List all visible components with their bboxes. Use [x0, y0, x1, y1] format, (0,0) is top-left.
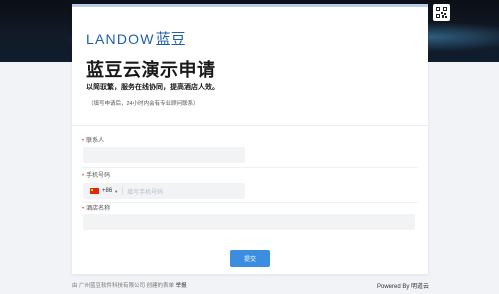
qr-code-button[interactable] [433, 4, 450, 21]
form-note: （填写申请后，24小时内会有专业顾问联系） [88, 101, 199, 107]
required-mark: • [82, 173, 85, 179]
contact-label-text: 联系人 [86, 138, 105, 144]
header-divider [72, 125, 428, 126]
required-mark: • [82, 138, 85, 144]
phone-label: • 手机号码 [82, 170, 110, 179]
logo-cn: 蓝豆 [155, 31, 186, 48]
hotel-name-label-text: 酒店名称 [86, 206, 111, 212]
qr-code-icon [436, 7, 447, 18]
chevron-down-icon[interactable]: ▼ [114, 189, 118, 194]
row-divider [82, 167, 418, 168]
country-code-select[interactable]: +86 [102, 188, 112, 194]
contact-label: • 联系人 [82, 135, 104, 144]
footer-creator-text: 由 广州蓝豆软件科技有限公司 创建的表单 [72, 283, 175, 289]
submit-button[interactable]: 提交 [230, 250, 270, 267]
page-subtitle: 以简驭繁，服务在线协同，提高酒店人效。 [86, 84, 219, 91]
phone-label-text: 手机号码 [86, 173, 111, 179]
form-card: LANDOW 蓝豆 蓝豆云演示申请 以简驭繁，服务在线协同，提高酒店人效。 （填… [72, 4, 428, 274]
page-title: 蓝豆云演示申请 [86, 60, 216, 80]
contact-input[interactable] [83, 147, 245, 163]
logo-latin: LANDOW [86, 30, 155, 47]
hotel-name-input[interactable] [83, 214, 415, 230]
form-header: LANDOW 蓝豆 蓝豆云演示申请 以简驭繁，服务在线协同，提高酒店人效。 （填… [72, 7, 428, 126]
row-divider [82, 202, 418, 203]
input-separator [122, 187, 124, 195]
required-mark: • [82, 206, 85, 212]
brand-logo: LANDOW 蓝豆 [86, 28, 186, 49]
china-flag-icon[interactable] [90, 188, 99, 194]
footer-credit: 由 广州蓝豆软件科技有限公司 创建的表单 举报 [72, 281, 187, 289]
phone-input[interactable]: +86 ▼ 填写手机号码 [83, 183, 245, 199]
powered-by[interactable]: Powered By 明道云 [377, 281, 429, 290]
phone-placeholder: 填写手机号码 [127, 189, 164, 196]
hotel-name-label: • 酒店名称 [82, 203, 110, 212]
report-link[interactable]: 举报 [176, 283, 187, 289]
